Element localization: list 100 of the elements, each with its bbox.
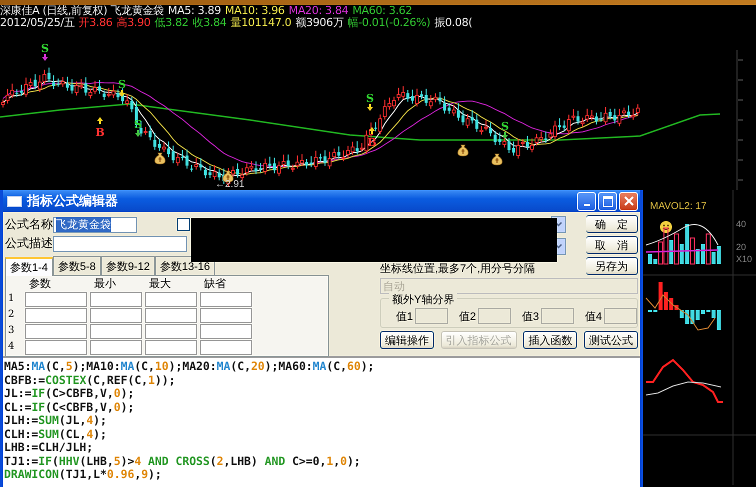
field-label: 值2 (458, 310, 476, 324)
quote-value: 振0.08( (434, 17, 472, 29)
quote-value: 低3.82 (154, 17, 189, 29)
quote-value: MA60: 3.62 (352, 5, 412, 17)
quote-value: 量101147.0 (230, 17, 292, 29)
money-bag-icon (458, 144, 468, 156)
code-line: MA5:MA(C,5);MA10:MA(C,10);MA20:MA(C,20);MA60:MA(C,60); (4, 360, 376, 374)
code-line: CLH:=SUM(CL,4); (4, 428, 108, 441)
up-arrow-icon (369, 127, 375, 134)
code-line: LHB:=CLH/JLH; (4, 441, 94, 454)
smiley-icon (660, 221, 672, 233)
column-header: 最大 (148, 278, 172, 291)
down-arrow-icon (42, 54, 48, 61)
parameter-input[interactable] (145, 324, 197, 339)
close-button[interactable] (619, 192, 638, 210)
chevron-down-icon (555, 244, 562, 249)
parameter-input[interactable] (145, 308, 197, 323)
dialog-button[interactable]: 确 定 (586, 215, 638, 233)
column-header: 参数 (28, 278, 52, 291)
window-icon (7, 196, 22, 206)
quote-value: 额3906万 (295, 17, 344, 29)
close-icon (624, 196, 634, 206)
parameter-input[interactable] (145, 340, 197, 355)
parameter-input[interactable] (90, 340, 142, 355)
tab[interactable]: 参数5-8 (52, 256, 101, 275)
field-label: 值4 (584, 310, 602, 324)
code-line: CL:=IF(C<CBFB,V,0); (4, 400, 136, 414)
buy-signal-label: B (95, 126, 105, 139)
field-label: 值1 (394, 310, 413, 324)
money-bag-icon (492, 154, 502, 166)
quote-value: MA20: 3.84 (288, 5, 348, 17)
parameter-input[interactable] (145, 292, 197, 307)
value-input[interactable] (604, 308, 637, 324)
value-input[interactable] (415, 308, 448, 324)
parameter-input[interactable] (90, 292, 142, 307)
dialog-button[interactable]: 编辑操作 (380, 331, 434, 349)
code-line: JLH:=SUM(JL,4); (4, 414, 108, 428)
dialog-button[interactable]: 取 消 (586, 236, 638, 254)
row-number: 2 (8, 308, 16, 322)
code-line: DRAWICON(TJ1,L*0.96,9); (4, 468, 163, 482)
column-header: 最小 (93, 278, 117, 291)
tab[interactable]: 参数1-4 (5, 257, 53, 276)
quote-value: MA10: 3.96 (224, 5, 285, 17)
parameter-input[interactable] (200, 292, 252, 307)
low-price-label: ←2.91 (215, 179, 244, 190)
tab[interactable]: 参数9-12 (100, 256, 155, 275)
axis-label: X10 (736, 254, 752, 264)
name-field[interactable]: 飞龙黄金袋 (53, 216, 137, 232)
sell-signal-label: S (41, 42, 49, 55)
dialog-button[interactable]: 插入函数 (523, 331, 578, 349)
description-field[interactable] (53, 236, 187, 252)
dialog-button: 引入指标公式 (440, 331, 517, 349)
axis-field: 自动 (380, 278, 638, 294)
code-editor[interactable] (3, 356, 640, 487)
up-arrow-icon (97, 117, 103, 124)
down-arrow-icon (135, 130, 141, 137)
volume-label: MAVOL2: 17 (650, 201, 707, 212)
sell-signal-label: S (366, 92, 374, 105)
quote-value: MA5: 3.89 (168, 5, 221, 17)
down-arrow-icon (502, 132, 508, 139)
sell-signal-label: S (501, 120, 509, 133)
code-line: TJ1:=IF(HHV(LHB,5)>4 AND CROSS(2,LHB) AND C>=0,1,0); (4, 454, 362, 468)
down-arrow-icon (367, 104, 373, 111)
money-bag-icon (154, 152, 166, 164)
field-label: 公式名称 (5, 216, 53, 233)
dialog-button[interactable]: 另存为 (586, 257, 638, 275)
dialog-button[interactable]: 测试公式 (584, 331, 638, 349)
parameter-input[interactable] (200, 308, 252, 323)
parameter-input[interactable] (25, 340, 87, 355)
maximize-button[interactable] (598, 192, 617, 210)
parameter-input[interactable] (25, 308, 87, 323)
field-label: 值3 (520, 310, 539, 324)
row-number: 3 (8, 324, 16, 338)
axis-label: 20 (736, 242, 746, 252)
parameter-input[interactable] (90, 324, 142, 339)
quote-value: 幅-0.01(-0.26%) (348, 17, 430, 29)
chevron-down-icon (555, 222, 562, 227)
parameter-input[interactable] (25, 292, 87, 307)
group-title: 额外Y轴分界 (389, 292, 458, 307)
parameter-input[interactable] (25, 324, 87, 339)
column-header: 缺省 (203, 278, 227, 291)
quote-value: 开3.86 (78, 17, 113, 29)
parameter-input[interactable] (200, 324, 252, 339)
minimize-icon (584, 204, 590, 206)
axis-label: 40 (736, 219, 746, 229)
code-line: CBFB:=COSTEX(C,REF(C,1)); (4, 374, 176, 387)
minimize-button[interactable] (577, 192, 596, 210)
maximize-icon (602, 196, 612, 206)
parameter-input[interactable] (90, 308, 142, 323)
quote-value: 2012/05/25/五 (0, 17, 75, 29)
checkbox[interactable] (177, 218, 190, 231)
parameter-input[interactable] (200, 340, 252, 355)
value-input[interactable] (541, 308, 574, 324)
value-input[interactable] (478, 308, 511, 324)
down-arrow-icon (119, 90, 125, 97)
field-label: 公式描述 (5, 235, 53, 252)
code-line: JL:=IF(C>CBFB,V,0); (4, 387, 136, 400)
axis-hint-text: 坐标线位置,最多7个,用分号分隔 (380, 262, 536, 276)
window-title: 指标公式编辑器 (27, 192, 119, 210)
indicator-line (646, 294, 716, 331)
